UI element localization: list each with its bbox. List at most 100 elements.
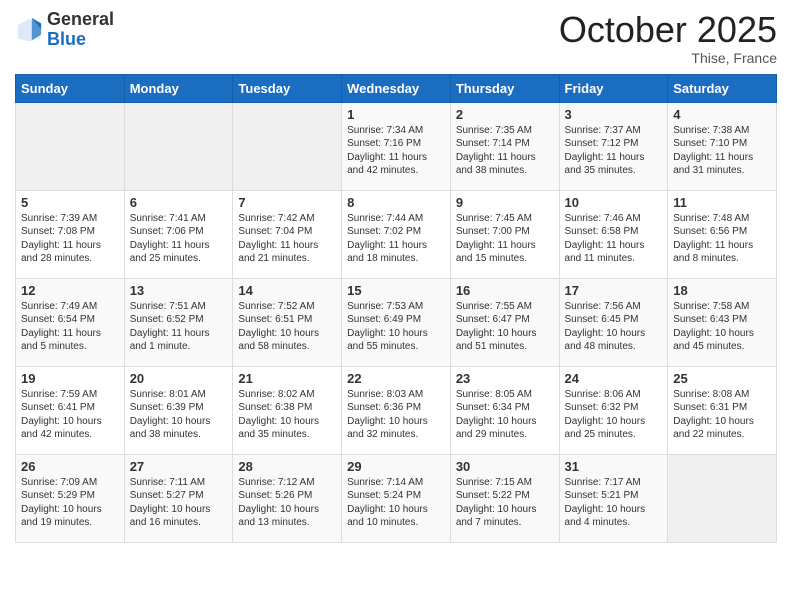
day-number: 6 [130, 195, 228, 210]
location: Thise, France [559, 50, 777, 66]
cell-info: Sunrise: 7:41 AMSunset: 7:06 PMDaylight:… [130, 213, 210, 265]
day-number: 29 [347, 459, 445, 474]
calendar-cell: 7 Sunrise: 7:42 AMSunset: 7:04 PMDayligh… [233, 190, 342, 278]
day-number: 22 [347, 371, 445, 386]
day-number: 17 [565, 283, 663, 298]
cell-info: Sunrise: 7:45 AMSunset: 7:00 PMDaylight:… [456, 213, 536, 265]
day-number: 7 [238, 195, 336, 210]
calendar-cell: 10 Sunrise: 7:46 AMSunset: 6:58 PMDaylig… [559, 190, 668, 278]
calendar-cell: 28 Sunrise: 7:12 AMSunset: 5:26 PMDaylig… [233, 454, 342, 542]
cell-info: Sunrise: 7:59 AMSunset: 6:41 PMDaylight:… [21, 389, 102, 441]
day-number: 23 [456, 371, 554, 386]
day-number: 8 [347, 195, 445, 210]
cell-info: Sunrise: 7:53 AMSunset: 6:49 PMDaylight:… [347, 301, 428, 353]
day-number: 27 [130, 459, 228, 474]
cell-info: Sunrise: 7:14 AMSunset: 5:24 PMDaylight:… [347, 477, 428, 529]
title-block: October 2025 Thise, France [559, 10, 777, 66]
day-number: 5 [21, 195, 119, 210]
day-number: 13 [130, 283, 228, 298]
cell-info: Sunrise: 7:15 AMSunset: 5:22 PMDaylight:… [456, 477, 537, 529]
day-number: 9 [456, 195, 554, 210]
day-number: 2 [456, 107, 554, 122]
calendar-cell [233, 102, 342, 190]
day-number: 4 [673, 107, 771, 122]
logo-general: General [47, 9, 114, 29]
calendar-header-saturday: Saturday [668, 74, 777, 102]
cell-info: Sunrise: 7:39 AMSunset: 7:08 PMDaylight:… [21, 213, 101, 265]
calendar-cell: 9 Sunrise: 7:45 AMSunset: 7:00 PMDayligh… [450, 190, 559, 278]
calendar-cell: 8 Sunrise: 7:44 AMSunset: 7:02 PMDayligh… [342, 190, 451, 278]
day-number: 28 [238, 459, 336, 474]
cell-info: Sunrise: 7:58 AMSunset: 6:43 PMDaylight:… [673, 301, 754, 353]
logo-icon [15, 16, 43, 44]
cell-info: Sunrise: 7:37 AMSunset: 7:12 PMDaylight:… [565, 125, 645, 177]
calendar-cell: 5 Sunrise: 7:39 AMSunset: 7:08 PMDayligh… [16, 190, 125, 278]
day-number: 16 [456, 283, 554, 298]
calendar-cell: 21 Sunrise: 8:02 AMSunset: 6:38 PMDaylig… [233, 366, 342, 454]
calendar-cell [668, 454, 777, 542]
cell-info: Sunrise: 7:38 AMSunset: 7:10 PMDaylight:… [673, 125, 753, 177]
calendar-cell: 6 Sunrise: 7:41 AMSunset: 7:06 PMDayligh… [124, 190, 233, 278]
calendar-cell [124, 102, 233, 190]
calendar-cell: 25 Sunrise: 8:08 AMSunset: 6:31 PMDaylig… [668, 366, 777, 454]
calendar-week-1: 1 Sunrise: 7:34 AMSunset: 7:16 PMDayligh… [16, 102, 777, 190]
day-number: 18 [673, 283, 771, 298]
calendar-cell: 29 Sunrise: 7:14 AMSunset: 5:24 PMDaylig… [342, 454, 451, 542]
calendar-header-friday: Friday [559, 74, 668, 102]
cell-info: Sunrise: 7:55 AMSunset: 6:47 PMDaylight:… [456, 301, 537, 353]
calendar-week-4: 19 Sunrise: 7:59 AMSunset: 6:41 PMDaylig… [16, 366, 777, 454]
day-number: 10 [565, 195, 663, 210]
calendar-cell: 13 Sunrise: 7:51 AMSunset: 6:52 PMDaylig… [124, 278, 233, 366]
cell-info: Sunrise: 7:34 AMSunset: 7:16 PMDaylight:… [347, 125, 427, 177]
calendar-cell: 16 Sunrise: 7:55 AMSunset: 6:47 PMDaylig… [450, 278, 559, 366]
calendar-cell: 4 Sunrise: 7:38 AMSunset: 7:10 PMDayligh… [668, 102, 777, 190]
day-number: 25 [673, 371, 771, 386]
day-number: 1 [347, 107, 445, 122]
day-number: 31 [565, 459, 663, 474]
calendar-cell: 12 Sunrise: 7:49 AMSunset: 6:54 PMDaylig… [16, 278, 125, 366]
cell-info: Sunrise: 7:52 AMSunset: 6:51 PMDaylight:… [238, 301, 319, 353]
day-number: 12 [21, 283, 119, 298]
day-number: 20 [130, 371, 228, 386]
calendar-week-2: 5 Sunrise: 7:39 AMSunset: 7:08 PMDayligh… [16, 190, 777, 278]
day-number: 15 [347, 283, 445, 298]
cell-info: Sunrise: 7:09 AMSunset: 5:29 PMDaylight:… [21, 477, 102, 529]
logo: General Blue [15, 10, 114, 50]
cell-info: Sunrise: 8:08 AMSunset: 6:31 PMDaylight:… [673, 389, 754, 441]
calendar-cell: 15 Sunrise: 7:53 AMSunset: 6:49 PMDaylig… [342, 278, 451, 366]
calendar-header-monday: Monday [124, 74, 233, 102]
calendar-cell: 30 Sunrise: 7:15 AMSunset: 5:22 PMDaylig… [450, 454, 559, 542]
cell-info: Sunrise: 7:35 AMSunset: 7:14 PMDaylight:… [456, 125, 536, 177]
cell-info: Sunrise: 7:11 AMSunset: 5:27 PMDaylight:… [130, 477, 211, 529]
cell-info: Sunrise: 7:44 AMSunset: 7:02 PMDaylight:… [347, 213, 427, 265]
cell-info: Sunrise: 8:05 AMSunset: 6:34 PMDaylight:… [456, 389, 537, 441]
calendar-cell: 18 Sunrise: 7:58 AMSunset: 6:43 PMDaylig… [668, 278, 777, 366]
calendar-cell: 3 Sunrise: 7:37 AMSunset: 7:12 PMDayligh… [559, 102, 668, 190]
calendar-cell: 2 Sunrise: 7:35 AMSunset: 7:14 PMDayligh… [450, 102, 559, 190]
calendar-cell: 26 Sunrise: 7:09 AMSunset: 5:29 PMDaylig… [16, 454, 125, 542]
calendar-header-wednesday: Wednesday [342, 74, 451, 102]
cell-info: Sunrise: 7:49 AMSunset: 6:54 PMDaylight:… [21, 301, 101, 353]
day-number: 14 [238, 283, 336, 298]
day-number: 30 [456, 459, 554, 474]
calendar-header-sunday: Sunday [16, 74, 125, 102]
day-number: 21 [238, 371, 336, 386]
day-number: 11 [673, 195, 771, 210]
calendar-cell: 27 Sunrise: 7:11 AMSunset: 5:27 PMDaylig… [124, 454, 233, 542]
page-header: General Blue October 2025 Thise, France [15, 10, 777, 66]
cell-info: Sunrise: 8:06 AMSunset: 6:32 PMDaylight:… [565, 389, 646, 441]
calendar-cell: 14 Sunrise: 7:52 AMSunset: 6:51 PMDaylig… [233, 278, 342, 366]
calendar-header-row: SundayMondayTuesdayWednesdayThursdayFrid… [16, 74, 777, 102]
calendar-cell: 31 Sunrise: 7:17 AMSunset: 5:21 PMDaylig… [559, 454, 668, 542]
calendar-week-3: 12 Sunrise: 7:49 AMSunset: 6:54 PMDaylig… [16, 278, 777, 366]
cell-info: Sunrise: 7:56 AMSunset: 6:45 PMDaylight:… [565, 301, 646, 353]
logo-blue: Blue [47, 29, 86, 49]
month-title: October 2025 [559, 10, 777, 50]
calendar-cell: 24 Sunrise: 8:06 AMSunset: 6:32 PMDaylig… [559, 366, 668, 454]
cell-info: Sunrise: 7:51 AMSunset: 6:52 PMDaylight:… [130, 301, 210, 353]
calendar-cell: 1 Sunrise: 7:34 AMSunset: 7:16 PMDayligh… [342, 102, 451, 190]
cell-info: Sunrise: 7:17 AMSunset: 5:21 PMDaylight:… [565, 477, 646, 529]
calendar-header-tuesday: Tuesday [233, 74, 342, 102]
calendar-cell: 11 Sunrise: 7:48 AMSunset: 6:56 PMDaylig… [668, 190, 777, 278]
logo-text: General Blue [47, 10, 114, 50]
